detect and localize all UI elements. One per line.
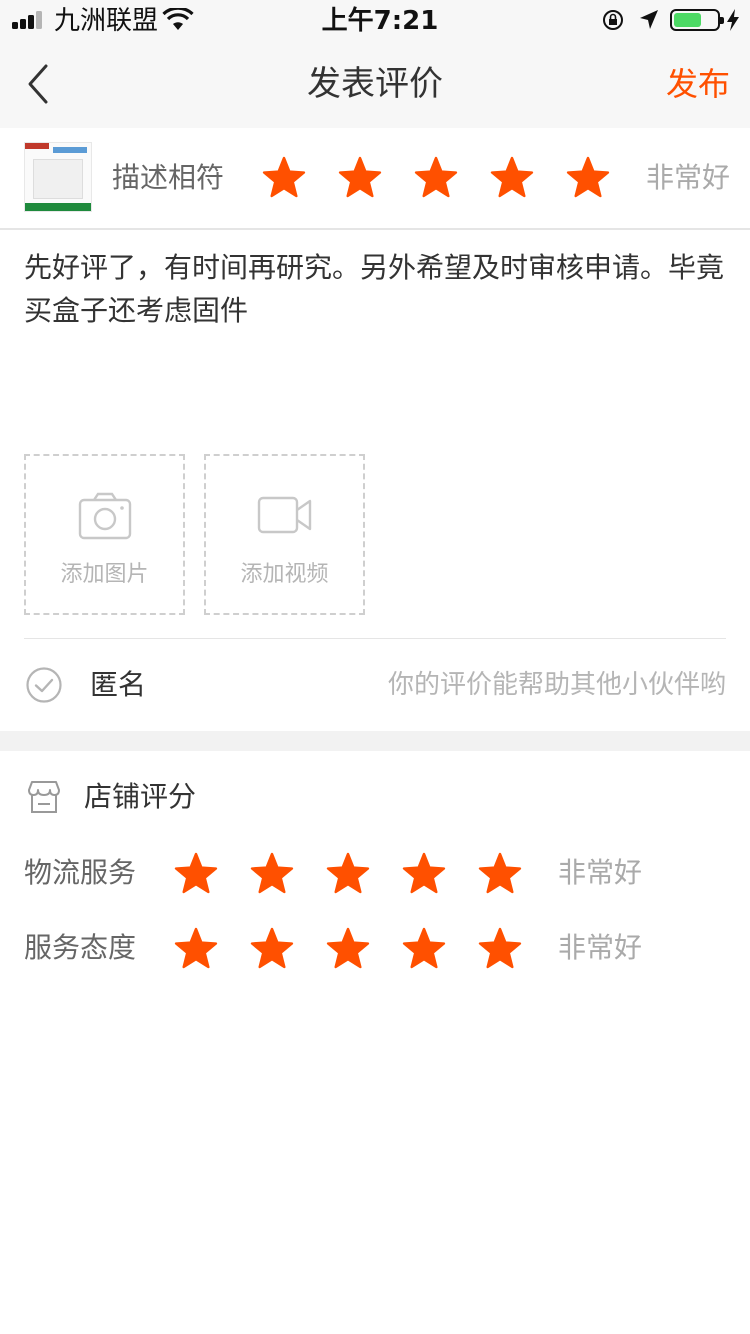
star-icon[interactable] [326,852,370,896]
nav-bar: 发表评价 发布 [0,40,750,128]
add-photo-label: 添加图片 [60,562,149,587]
anonymous-label[interactable]: 匿名 [90,665,146,705]
anonymous-checkbox-icon[interactable] [26,667,62,703]
location-icon [640,10,658,29]
divider [24,638,726,639]
star-icon[interactable] [478,927,522,971]
product-star-rating[interactable] [262,156,622,200]
star-icon[interactable] [478,852,522,896]
star-icon[interactable] [250,927,294,971]
logistics-rating-text: 非常好 [558,856,643,889]
add-video-button[interactable]: 添加视频 [204,454,365,615]
camera-icon [78,492,131,540]
orientation-lock-icon [603,10,623,30]
page-title: 发表评价 [307,64,443,104]
review-textarea[interactable]: 先好评了，有时间再研究。另外希望及时审核申请。毕竟买盒子还考虑固件 [24,246,724,332]
star-icon[interactable] [250,852,294,896]
star-icon[interactable] [338,156,382,200]
attitude-rating-text: 非常好 [558,931,643,964]
star-icon[interactable] [566,156,610,200]
logistics-star-rating[interactable] [174,852,534,896]
star-icon[interactable] [490,156,534,200]
star-icon[interactable] [402,852,446,896]
add-video-label: 添加视频 [240,562,329,587]
add-photo-button[interactable]: 添加图片 [24,454,185,615]
logistics-rating-label: 物流服务 [24,856,137,889]
star-icon[interactable] [402,927,446,971]
battery-icon [670,9,724,31]
status-bar: 九洲联盟 上午7:21 [0,0,750,40]
star-icon[interactable] [174,927,218,971]
product-thumbnail [24,142,92,212]
star-icon[interactable] [262,156,306,200]
star-icon[interactable] [174,852,218,896]
video-camera-icon [257,496,311,534]
attitude-rating-label: 服务态度 [24,931,137,964]
shop-rating-title: 店铺评分 [84,780,197,813]
product-rating-text: 非常好 [646,161,731,194]
product-rating-label: 描述相符 [112,161,225,194]
product-rating-row: 描述相符 非常好 [0,128,750,230]
shop-icon [28,781,60,813]
star-icon[interactable] [326,927,370,971]
charging-icon [727,9,739,31]
attitude-star-rating[interactable] [174,927,534,971]
anonymous-hint: 你的评价能帮助其他小伙伴哟 [387,670,726,700]
section-separator [0,731,750,751]
star-icon[interactable] [414,156,458,200]
publish-button[interactable]: 发布 [666,62,730,106]
